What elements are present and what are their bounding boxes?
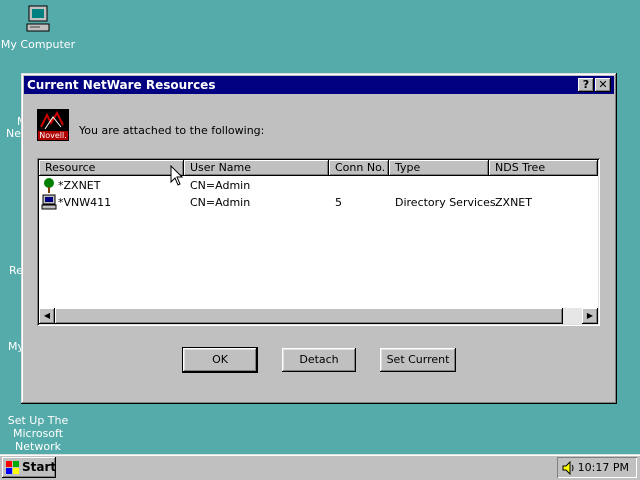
desktop-icon-label: My Computer [0, 38, 76, 51]
scroll-thumb[interactable] [55, 308, 563, 324]
desktop-icon-label: Set Up The Microsoft Network [7, 414, 69, 453]
server-icon [41, 194, 57, 210]
desktop-icon-msn-setup[interactable]: Set Up The Microsoft Network [0, 414, 78, 453]
scroll-left-button[interactable]: ◀ [39, 308, 55, 324]
set-current-button[interactable]: Set Current [380, 348, 456, 372]
table-row[interactable]: *ZXNET CN=Admin [39, 177, 598, 194]
novell-graphic-icon [40, 110, 64, 130]
user-name-cell: CN=Admin [190, 179, 251, 192]
mouse-cursor-icon [170, 165, 184, 186]
netware-resources-dialog: Current NetWare Resources ? ✕ Novell. Yo… [21, 73, 617, 404]
novell-logo-text: Novell. [38, 131, 68, 140]
close-button[interactable]: ✕ [595, 78, 611, 92]
table-row[interactable]: *VNW411 CN=Admin 5 Directory Services ZX… [39, 194, 598, 211]
taskbar: Start 10:17 PM [0, 454, 640, 480]
resource-cell: *ZXNET [58, 179, 101, 192]
column-header-resource[interactable]: Resource [39, 160, 184, 176]
column-header-user-name[interactable]: User Name [184, 160, 329, 176]
title-bar[interactable]: Current NetWare Resources ? ✕ [24, 76, 614, 94]
tree-icon [44, 178, 54, 193]
start-button[interactable]: Start [2, 457, 56, 478]
clock[interactable]: 10:17 PM [578, 457, 629, 478]
horizontal-scrollbar[interactable]: ◀ ▶ [39, 308, 598, 324]
nds-tree-cell: ZXNET [495, 196, 532, 209]
scroll-right-button[interactable]: ▶ [582, 308, 598, 324]
start-label: Start [22, 460, 57, 474]
column-header-conn-no[interactable]: Conn No. [329, 160, 389, 176]
my-computer-icon [26, 5, 50, 32]
resource-cell: *VNW411 [58, 196, 112, 209]
type-cell: Directory Services [395, 196, 496, 209]
detach-button[interactable]: Detach [282, 348, 356, 372]
windows-logo-icon [6, 461, 19, 474]
window-title: Current NetWare Resources [27, 78, 216, 92]
system-tray: 10:17 PM [557, 457, 637, 478]
column-header-type[interactable]: Type [389, 160, 489, 176]
resources-list[interactable]: Resource User Name Conn No. Type NDS Tre… [37, 158, 600, 326]
user-name-cell: CN=Admin [190, 196, 251, 209]
attached-message: You are attached to the following: [79, 124, 265, 137]
help-button[interactable]: ? [578, 78, 594, 92]
column-header-nds-tree[interactable]: NDS Tree [489, 160, 598, 176]
desktop-icon-my-computer[interactable]: My Computer [0, 4, 78, 51]
conn-no-cell: 5 [335, 196, 342, 209]
speaker-icon[interactable] [562, 461, 576, 475]
novell-logo: Novell. [37, 109, 69, 141]
ok-button[interactable]: OK [182, 347, 258, 373]
